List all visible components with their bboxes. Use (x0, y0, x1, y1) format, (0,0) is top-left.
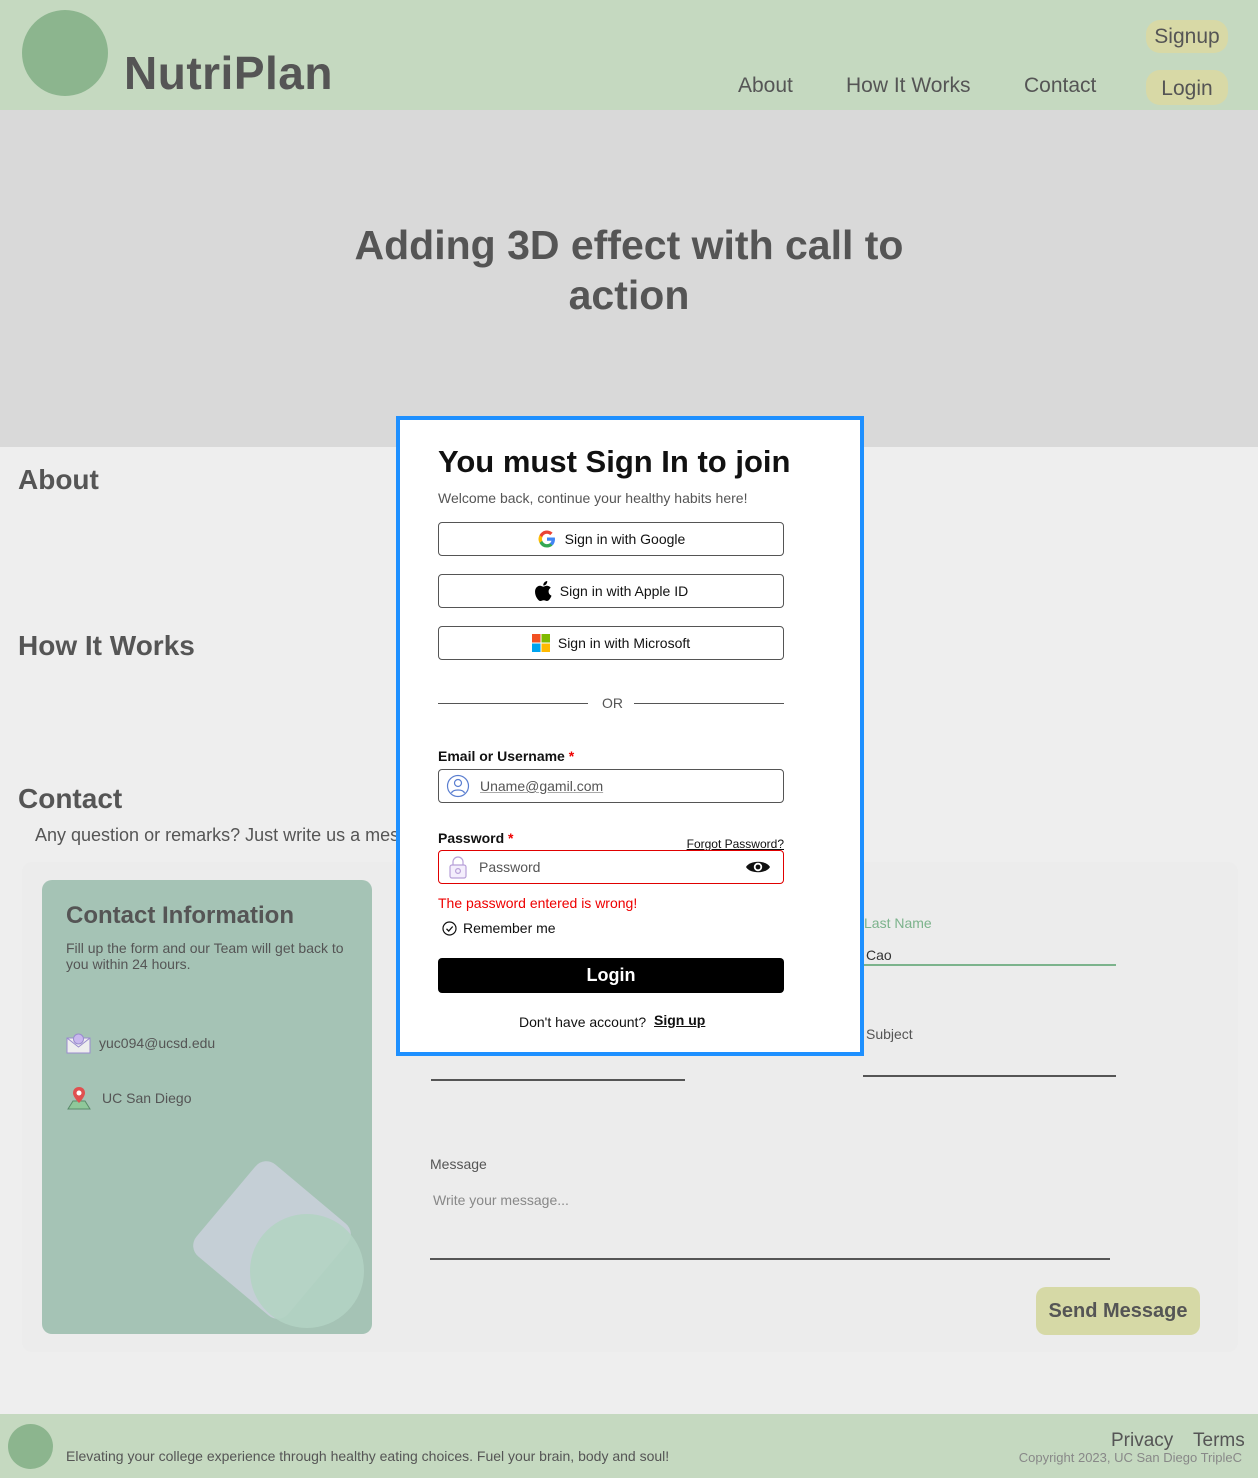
google-icon (538, 530, 555, 548)
remember-me-checkbox[interactable]: Remember me (442, 920, 556, 936)
remember-me-label: Remember me (463, 920, 556, 936)
nav-about[interactable]: About (738, 74, 793, 98)
google-sign-in-button[interactable]: Sign in with Google (438, 522, 784, 556)
message-input[interactable]: Write your message... (433, 1192, 569, 1208)
terms-link[interactable]: Terms (1193, 1430, 1245, 1452)
site-footer: Elevating your college experience throug… (0, 1414, 1258, 1478)
footer-tagline: Elevating your college experience throug… (66, 1448, 670, 1464)
contact-location-row: UC San Diego (66, 1085, 192, 1111)
email-field[interactable]: Uname@gamil.com (438, 769, 784, 803)
or-divider-text: OR (602, 695, 623, 711)
microsoft-sign-in-button[interactable]: Sign in with Microsoft (438, 626, 784, 660)
copyright: Copyright 2023, UC San Diego TripleC (1018, 1450, 1242, 1465)
modal-title: You must Sign In to join (438, 444, 791, 479)
decorative-circle (250, 1214, 364, 1328)
signup-button[interactable]: Signup (1146, 20, 1228, 53)
phone-input[interactable] (431, 1079, 685, 1081)
contact-info-title: Contact Information (66, 902, 294, 929)
brand-name[interactable]: NutriPlan (124, 46, 333, 100)
password-error: The password entered is wrong! (438, 895, 638, 911)
message-label: Message (430, 1156, 487, 1172)
send-message-button[interactable]: Send Message (1036, 1287, 1200, 1335)
divider-right (634, 703, 784, 704)
modal-subtitle: Welcome back, continue your healthy habi… (438, 490, 748, 506)
password-field[interactable]: Password (438, 850, 784, 884)
last-name-underline (864, 964, 1116, 966)
contact-heading: Contact (18, 783, 123, 814)
user-icon (446, 774, 470, 798)
lock-icon (449, 856, 467, 879)
password-label: Password * (438, 830, 514, 846)
how-it-works-heading: How It Works (18, 630, 195, 661)
contact-info-card: Contact Information Fill up the form and… (42, 880, 372, 1334)
footer-logo-icon[interactable] (8, 1424, 53, 1469)
email-label: Email or Username * (438, 748, 575, 764)
divider-left (438, 703, 588, 704)
login-nav-button[interactable]: Login (1146, 70, 1228, 105)
nav-how-it-works[interactable]: How It Works (846, 74, 970, 98)
contact-location: UC San Diego (102, 1090, 192, 1106)
google-sign-in-label: Sign in with Google (564, 531, 686, 547)
hero-banner: Adding 3D effect with call to action (0, 110, 1258, 447)
forgot-password-link[interactable]: Forgot Password? (687, 837, 784, 851)
subject-input[interactable] (863, 1075, 1116, 1077)
last-name-input[interactable]: Cao (866, 947, 892, 963)
nav-contact[interactable]: Contact (1024, 74, 1096, 98)
logo-icon[interactable] (22, 10, 108, 96)
no-account-text: Don't have account? (519, 1014, 647, 1030)
microsoft-sign-in-label: Sign in with Microsoft (557, 635, 691, 651)
microsoft-icon (531, 634, 550, 652)
login-button[interactable]: Login (438, 958, 784, 993)
last-name-label: Last Name (864, 915, 932, 931)
apple-icon (534, 581, 552, 601)
eye-icon[interactable] (745, 858, 771, 876)
apple-sign-in-button[interactable]: Sign in with Apple ID (438, 574, 784, 608)
map-pin-icon (67, 1087, 91, 1110)
sign-up-link[interactable]: Sign up (654, 1012, 705, 1028)
envelope-icon (66, 1033, 91, 1054)
email-value: Uname@gamil.com (480, 778, 604, 794)
contact-email-row: yuc094@ucsd.edu (66, 1032, 215, 1054)
hero-title: Adding 3D effect with call to action (354, 222, 904, 318)
contact-subtitle: Any question or remarks? Just write us a… (35, 825, 400, 845)
site-header: NutriPlan About How It Works Contact Sig… (0, 0, 1258, 110)
about-heading: About (18, 464, 99, 495)
check-circle-icon (442, 920, 457, 936)
message-underline (430, 1258, 1110, 1260)
subject-label: Subject (866, 1026, 913, 1042)
privacy-link[interactable]: Privacy (1111, 1430, 1173, 1452)
password-placeholder: Password (479, 859, 541, 875)
sign-in-modal: You must Sign In to join Welcome back, c… (396, 416, 864, 1056)
contact-info-desc: Fill up the form and our Team will get b… (66, 940, 344, 972)
contact-email[interactable]: yuc094@ucsd.edu (99, 1035, 215, 1051)
apple-sign-in-label: Sign in with Apple ID (559, 583, 689, 599)
